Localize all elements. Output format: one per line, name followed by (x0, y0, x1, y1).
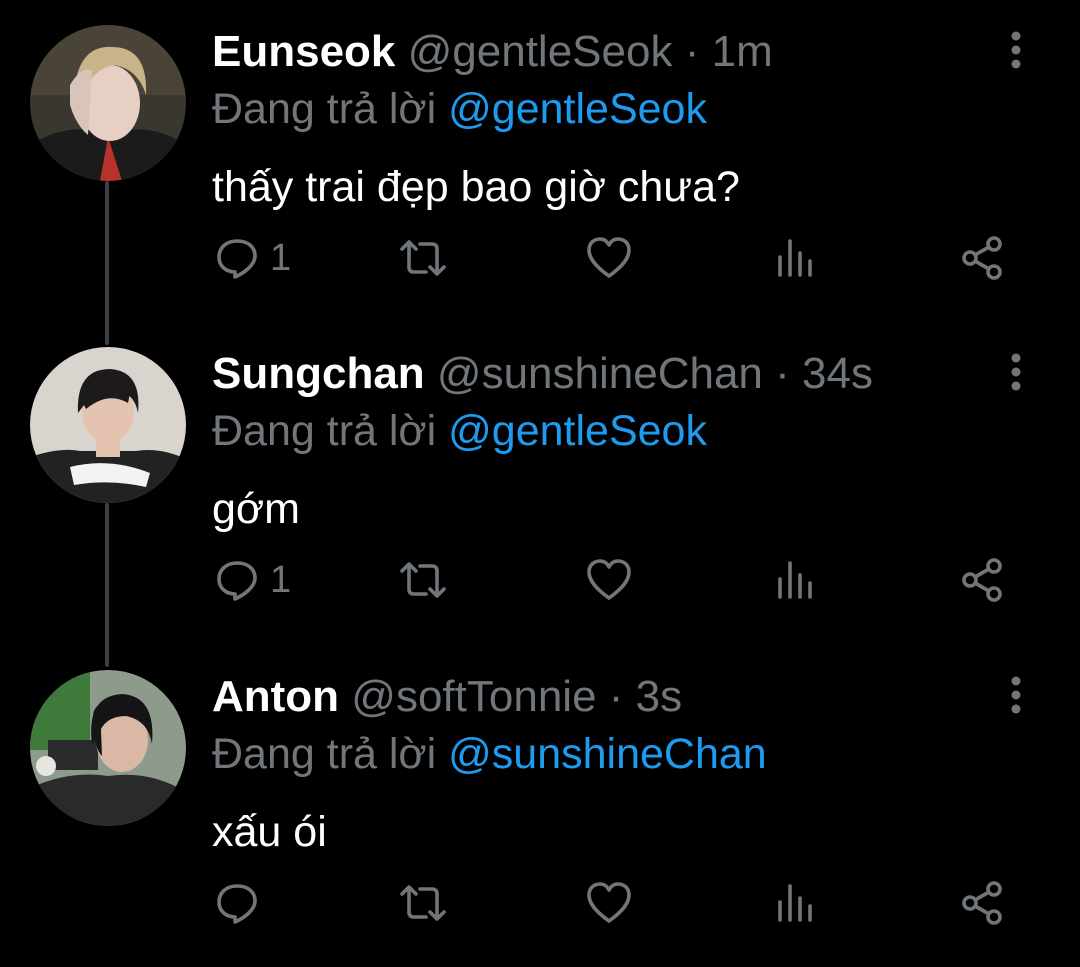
views-button[interactable] (776, 228, 816, 288)
views-icon (778, 884, 812, 922)
views-icon (778, 239, 812, 277)
replying-to-handle[interactable]: @gentleSeok (448, 85, 707, 133)
heart-icon (587, 559, 631, 600)
retweet-button[interactable] (398, 550, 448, 610)
share-button[interactable] (960, 228, 1006, 288)
more-options-button[interactable] (1000, 30, 1032, 70)
share-button[interactable] (960, 550, 1006, 610)
tweet[interactable]: Sungchan @sunshineChan · 34s Đang trả lờ… (0, 322, 1080, 644)
retweet-icon (400, 885, 446, 921)
avatar[interactable] (30, 670, 186, 826)
user-handle[interactable]: @sunshineChan (437, 349, 763, 398)
replying-to: Đang trả lời @sunshineChan (212, 728, 767, 780)
share-icon (962, 558, 1002, 602)
reply-button[interactable]: 1 (214, 550, 291, 610)
more-icon (1011, 353, 1021, 391)
tweet-text: thấy trai đẹp bao giờ chưa? (212, 163, 740, 211)
tweet-header: Sungchan @sunshineChan · 34s (212, 348, 873, 400)
reply-button[interactable]: 1 (214, 228, 291, 288)
more-icon (1011, 31, 1021, 69)
timestamp[interactable]: 1m (712, 27, 773, 76)
replying-to-handle[interactable]: @sunshineChan (448, 730, 767, 778)
timestamp[interactable]: 3s (636, 672, 682, 721)
more-options-button[interactable] (1000, 352, 1032, 392)
reply-count: 1 (270, 559, 292, 601)
more-icon (1011, 676, 1021, 714)
share-button[interactable] (960, 873, 1006, 933)
tweet-header: Eunseok @gentleSeok · 1m (212, 26, 773, 78)
views-button[interactable] (776, 550, 816, 610)
avatar[interactable] (30, 25, 186, 181)
user-handle[interactable]: @gentleSeok (408, 27, 673, 76)
reply-icon (217, 884, 257, 924)
retweet-icon (400, 240, 446, 276)
timestamp[interactable]: 34s (802, 349, 873, 398)
tweet-text: xấu ói (212, 808, 327, 856)
avatar-photo (30, 347, 186, 503)
user-handle[interactable]: @softTonnie (351, 672, 596, 721)
retweet-button[interactable] (398, 873, 448, 933)
tweet-text: gớm (212, 485, 300, 533)
replying-to: Đang trả lời @gentleSeok (212, 83, 707, 135)
retweet-button[interactable] (398, 228, 448, 288)
tweet-actions: 1 (0, 228, 1080, 288)
separator-dot: · (608, 672, 624, 721)
avatar[interactable] (30, 347, 186, 503)
reply-button[interactable] (214, 873, 270, 933)
share-icon (962, 881, 1002, 925)
replying-to-label: Đang trả lời (212, 730, 437, 778)
avatar-photo (30, 670, 186, 826)
replying-to-handle[interactable]: @gentleSeok (448, 407, 707, 455)
like-button[interactable] (585, 873, 633, 933)
display-name[interactable]: Sungchan (212, 349, 425, 398)
tweet[interactable]: Anton @softTonnie · 3s Đang trả lời @sun… (0, 645, 1080, 967)
replying-to-label: Đang trả lời (212, 407, 437, 455)
reply-icon (217, 561, 257, 601)
tweet-header: Anton @softTonnie · 3s (212, 671, 682, 723)
avatar-photo (30, 25, 186, 181)
tweet-actions: 1 (0, 550, 1080, 610)
separator-dot: · (684, 27, 700, 76)
like-button[interactable] (585, 550, 633, 610)
heart-icon (587, 237, 631, 278)
like-button[interactable] (585, 228, 633, 288)
tweet[interactable]: Eunseok @gentleSeok · 1m Đang trả lời @g… (0, 0, 1080, 322)
tweet-actions (0, 873, 1080, 933)
display-name[interactable]: Anton (212, 672, 339, 721)
separator-dot: · (775, 349, 790, 398)
views-icon (778, 561, 812, 599)
views-button[interactable] (776, 873, 816, 933)
replying-to-label: Đang trả lời (212, 85, 437, 133)
reply-count: 1 (270, 237, 292, 279)
replying-to: Đang trả lời @gentleSeok (212, 405, 707, 457)
retweet-icon (400, 562, 446, 598)
display-name[interactable]: Eunseok (212, 27, 395, 76)
more-options-button[interactable] (1000, 675, 1032, 715)
heart-icon (587, 882, 631, 923)
reply-icon (217, 239, 257, 279)
share-icon (962, 236, 1002, 280)
